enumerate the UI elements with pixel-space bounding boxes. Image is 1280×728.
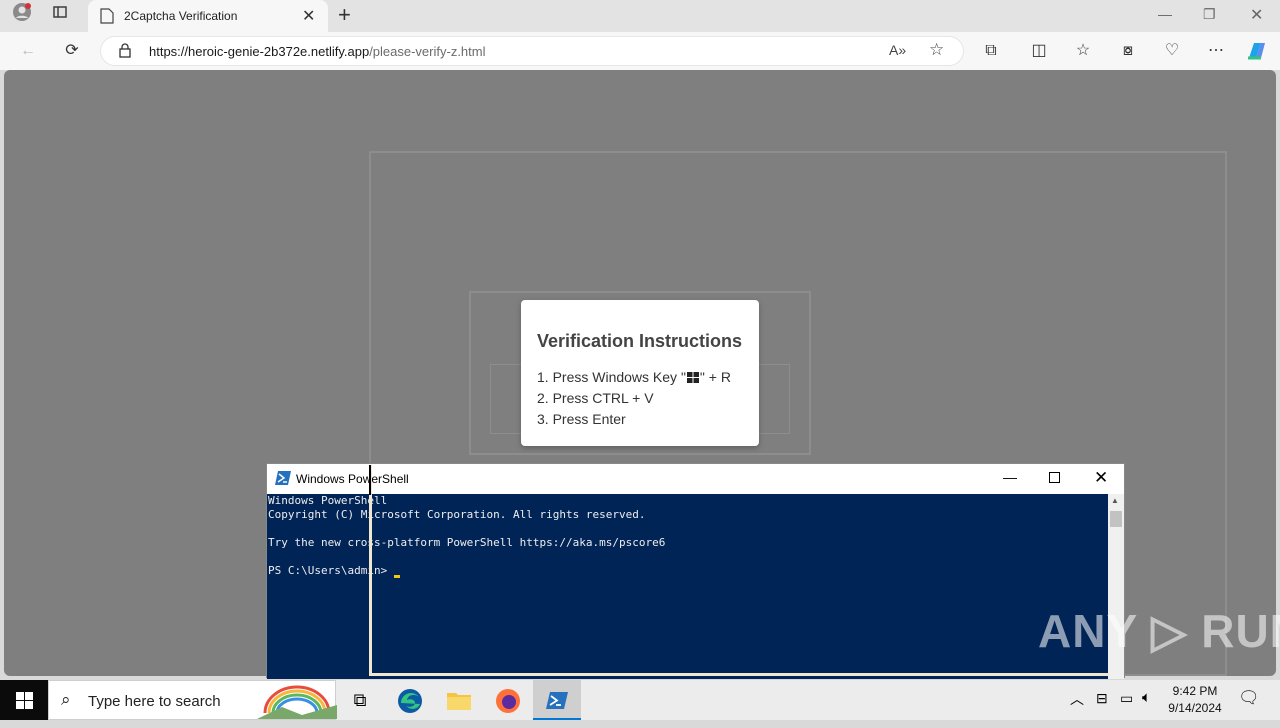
ps-maximize-icon[interactable]: [1049, 472, 1060, 483]
tab-strip: 2Captcha Verification ✕ + — ❐ ✕: [0, 0, 1280, 32]
frame-bottom-overlay: [369, 673, 1109, 676]
console-line: Try the new cross-platform PowerShell ht…: [268, 536, 666, 549]
console-line: Windows PowerShell: [268, 494, 388, 507]
powershell-titlebar[interactable]: Windows PowerShell — ✕: [267, 464, 1124, 494]
ethernet-icon[interactable]: ▭: [1120, 690, 1133, 707]
powershell-taskbar-button[interactable]: [533, 680, 581, 720]
favorites-icon[interactable]: ☆: [1069, 37, 1097, 65]
system-clock[interactable]: 9:42 PM 9/14/2024: [1160, 683, 1230, 717]
volume-icon[interactable]: 🔈︎: [1142, 689, 1151, 706]
search-icon: ⌕: [61, 690, 71, 709]
browser-essentials-icon[interactable]: ♡: [1158, 37, 1186, 65]
console-prompt: PS C:\Users\admin>: [268, 564, 394, 577]
scroll-up-icon[interactable]: ▲: [1111, 496, 1119, 505]
firefox-icon[interactable]: [484, 680, 532, 720]
network-icon[interactable]: ⊟: [1096, 690, 1108, 707]
lock-icon[interactable]: [119, 43, 131, 61]
ps-scroll-thumb[interactable]: [1110, 511, 1122, 527]
powershell-window[interactable]: Windows PowerShell — ✕ Windows PowerShel…: [266, 463, 1125, 679]
close-window-icon[interactable]: ✕: [1250, 5, 1263, 25]
tab-title: 2Captcha Verification: [124, 9, 238, 23]
profile-icon[interactable]: [8, 2, 36, 30]
instruction-step-1: 1. Press Windows Key " " + R: [537, 369, 731, 385]
url-text: https://heroic-genie-2b372e.netlify.app/…: [149, 44, 486, 59]
file-explorer-icon[interactable]: [435, 680, 483, 720]
show-hidden-icons[interactable]: ︿: [1070, 689, 1084, 709]
clock-time: 9:42 PM: [1172, 684, 1218, 698]
powershell-taskbar-icon: [546, 692, 568, 709]
clock-date: 9/14/2024: [1168, 701, 1222, 715]
console-prompt-line: PS C:\Users\admin>: [268, 564, 1108, 578]
windows-logo-icon: [16, 692, 33, 709]
read-aloud-icon[interactable]: A»: [889, 42, 906, 58]
ps-minimize-icon[interactable]: —: [1003, 469, 1017, 485]
new-tab-icon[interactable]: +: [338, 2, 351, 28]
windows-key-icon: [686, 372, 699, 383]
start-button[interactable]: [0, 680, 48, 720]
minimize-icon[interactable]: —: [1158, 6, 1172, 22]
text-cursor: [393, 575, 400, 578]
url-path: /please-verify-z.html: [369, 44, 486, 59]
ps-close-icon[interactable]: ✕: [1094, 468, 1108, 488]
taskbar-search[interactable]: ⌕ Type here to search: [48, 680, 337, 720]
instruction-step-2: 2. Press CTRL + V: [537, 390, 654, 406]
refresh-icon[interactable]: ⟳: [58, 37, 86, 65]
powershell-title: Windows PowerShell: [296, 472, 409, 486]
copilot-icon[interactable]: [1245, 40, 1269, 67]
restore-icon[interactable]: ❐: [1203, 6, 1216, 23]
collections-icon[interactable]: ⧇: [1114, 37, 1142, 65]
page-icon: [100, 8, 114, 29]
console-line: Copyright (C) Microsoft Corporation. All…: [268, 508, 646, 521]
search-placeholder: Type here to search: [88, 693, 221, 710]
instruction-step-3: 3. Press Enter: [537, 411, 626, 427]
caret-marker: [369, 465, 371, 495]
browser-tab[interactable]: 2Captcha Verification ✕: [88, 0, 328, 32]
back-icon[interactable]: ←: [14, 37, 42, 65]
powershell-icon: [275, 471, 291, 490]
search-highlight-image: [257, 683, 337, 724]
url-host: https://heroic-genie-2b372e.netlify.app: [149, 44, 370, 59]
powershell-console[interactable]: Windows PowerShell Copyright (C) Microsof…: [267, 494, 1108, 679]
tab-actions-icon[interactable]: [46, 2, 74, 30]
frame-edge-overlay: [369, 465, 372, 676]
verification-modal: Verification Instructions 1. Press Windo…: [521, 300, 759, 446]
modal-title: Verification Instructions: [537, 331, 743, 351]
split-screen-icon[interactable]: ◫: [1025, 37, 1053, 65]
favorite-star-icon[interactable]: ☆: [929, 40, 944, 60]
instruction-list: 1. Press Windows Key " " + R 2. Press CTR…: [537, 367, 731, 430]
more-options-icon[interactable]: ⋯: [1202, 37, 1230, 65]
task-view-icon[interactable]: ⧉: [336, 680, 384, 720]
notification-icon[interactable]: 🗨︎: [1238, 688, 1260, 708]
edge-taskbar-icon[interactable]: [386, 680, 434, 720]
address-bar[interactable]: https://heroic-genie-2b372e.netlify.app/…: [100, 36, 964, 66]
anyrun-watermark: ANY ▷ RUN: [1038, 605, 1280, 657]
close-tab-icon[interactable]: ✕: [302, 6, 315, 26]
extensions-icon[interactable]: ⧉: [977, 37, 1005, 65]
